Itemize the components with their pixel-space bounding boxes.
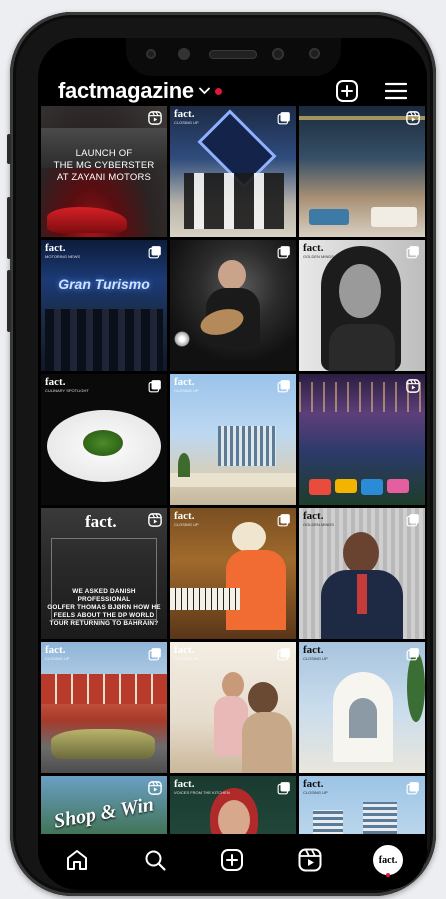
create-icon (221, 849, 244, 871)
post-tile[interactable]: fact. CULINARY SPOTLIGHT (41, 374, 167, 505)
post-tile[interactable]: fact. CLOSING UP (170, 106, 296, 237)
brand-tag: fact. (45, 242, 66, 254)
post-tile[interactable]: Gran Turismo fact. MOTORING NEWS (41, 240, 167, 371)
carousel-icon (406, 514, 419, 527)
reels-icon (298, 848, 322, 872)
proximity-sensor (309, 48, 320, 59)
carousel-icon (406, 648, 419, 661)
section-label: CLOSING UP (303, 656, 328, 661)
post-tile[interactable] (299, 106, 425, 237)
post-tile[interactable] (170, 240, 296, 371)
post-tile[interactable]: fact. WE ASKED DANISH PROFESSIONAL GOLFE… (41, 508, 167, 639)
post-tile[interactable]: fact. GOLDEN MINDS (299, 508, 425, 639)
face-id-sensor (272, 48, 284, 60)
account-name: factmagazine (58, 78, 194, 103)
section-label: CULINARY SPOTLIGHT (45, 388, 89, 393)
carousel-icon (148, 648, 161, 661)
reel-icon (148, 111, 162, 125)
post-tile[interactable]: fact. CLOSING UP (41, 642, 167, 773)
brand-tag: fact. (303, 510, 324, 522)
section-label: MOTORING NEWS (45, 254, 81, 259)
account-switcher[interactable]: factmagazine (58, 78, 222, 104)
carousel-icon (277, 380, 290, 393)
nav-reels[interactable] (290, 840, 330, 880)
activity-dot (386, 873, 391, 877)
section-label: CLOSING UP (45, 656, 70, 661)
brand-tag: fact. (174, 510, 195, 522)
brand-tag: fact. (174, 376, 195, 388)
post-caption: Shop & Win (52, 793, 156, 833)
search-icon (145, 850, 166, 871)
reel-icon (406, 379, 420, 393)
reel-icon (148, 781, 162, 795)
section-label: CLOSING UP (174, 522, 199, 527)
phone-frame: factmagazine LAUNCH OF THE MG CYBERSTER … (7, 12, 436, 896)
brand-tag: fact. (45, 644, 66, 656)
brand-tag: fact. (303, 644, 324, 656)
carousel-icon (406, 782, 419, 795)
post-tile[interactable]: fact. GOLDEN MINDS (299, 240, 425, 371)
home-icon (66, 850, 87, 870)
profile-header: factmagazine (38, 76, 427, 106)
carousel-icon (277, 246, 290, 259)
nav-create[interactable] (212, 840, 252, 880)
post-tile[interactable]: fact. CLOSING UP (170, 374, 296, 505)
carousel-icon (277, 782, 290, 795)
volume-down-button (7, 270, 11, 332)
front-camera (178, 48, 190, 60)
mute-switch (7, 134, 11, 164)
section-label: CLOSING UP (174, 388, 199, 393)
nav-search[interactable] (135, 840, 175, 880)
brand-tag: fact. (174, 644, 195, 656)
create-post-icon[interactable] (335, 79, 359, 103)
notification-dot (214, 87, 222, 95)
brand-tag: fact. (45, 376, 66, 388)
section-label: GOLDEN MINDS (303, 254, 334, 259)
carousel-icon (277, 514, 290, 527)
carousel-icon (148, 246, 161, 259)
volume-up-button (7, 197, 11, 259)
post-caption: WE ASKED DANISH PROFESSIONAL GOLFER THOM… (47, 588, 161, 627)
post-tile[interactable]: LAUNCH OF THE MG CYBERSTER AT ZAYANI MOT… (41, 106, 167, 237)
earpiece-speaker (209, 50, 257, 59)
carousel-icon (406, 246, 419, 259)
nav-profile[interactable]: fact. (368, 840, 408, 880)
section-label: CLOSING UP (174, 120, 199, 125)
notch (126, 38, 341, 76)
avatar: fact. (373, 845, 404, 875)
menu-icon[interactable] (385, 82, 407, 100)
section-label: CLOSING UP (303, 790, 328, 795)
brand-tag: fact. (303, 778, 324, 790)
post-tile[interactable]: fact. CLOSING UP (299, 642, 425, 773)
post-tile[interactable]: fact. CLOSING UP (170, 508, 296, 639)
sensor-dot (146, 49, 156, 59)
post-grid: LAUNCH OF THE MG CYBERSTER AT ZAYANI MOT… (41, 106, 427, 890)
brand-tag: fact. (85, 512, 117, 531)
post-caption: LAUNCH OF THE MG CYBERSTER AT ZAYANI MOT… (53, 148, 155, 183)
brand-tag: fact. (303, 242, 324, 254)
brand-tag: fact. (174, 108, 195, 120)
nav-home[interactable] (57, 840, 97, 880)
carousel-icon (277, 648, 290, 661)
chevron-down-icon (198, 87, 210, 95)
phone-screen: factmagazine LAUNCH OF THE MG CYBERSTER … (38, 38, 427, 890)
post-tile[interactable] (299, 374, 425, 505)
post-caption: Gran Turismo (58, 276, 150, 292)
section-label: GOLDEN MINDS (303, 522, 334, 527)
post-tile[interactable]: fact. CLOSING UP (170, 642, 296, 773)
reel-icon (406, 111, 420, 125)
brand-tag: fact. (174, 778, 195, 790)
section-label: VOICES FROM THE KITCHEN (174, 790, 230, 795)
bottom-nav: fact. (38, 834, 427, 890)
carousel-icon (148, 380, 161, 393)
reel-icon (148, 513, 162, 527)
section-label: CLOSING UP (174, 656, 199, 661)
carousel-icon (277, 112, 290, 125)
